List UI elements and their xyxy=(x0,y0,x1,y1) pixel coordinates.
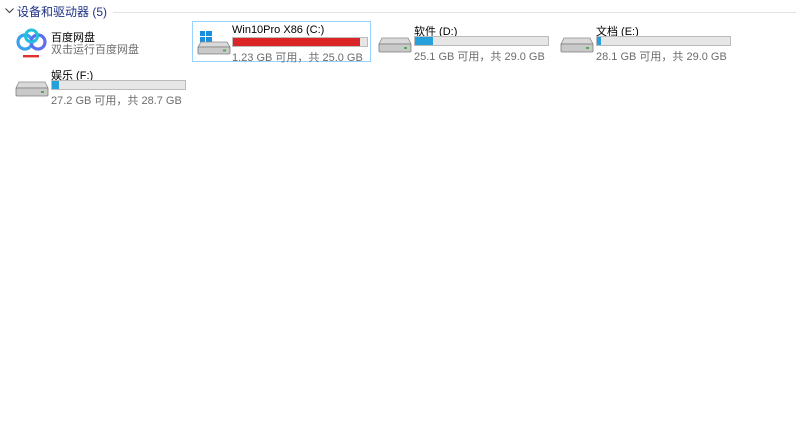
drive-usage-fill xyxy=(415,37,433,45)
devices-group-header[interactable]: 设备和驱动器 (5) xyxy=(4,3,796,19)
drive-tile-e[interactable]: 文档 (E:) 28.1 GB 可用，共 29.0 GB xyxy=(558,22,733,63)
drive-tile-c[interactable]: Win10Pro X86 (C:) 1.23 GB 可用，共 25.0 GB xyxy=(192,21,371,64)
hard-drive-icon xyxy=(376,22,412,62)
drive-free-space: 28.1 GB 可用，共 29.0 GB xyxy=(596,51,727,63)
explorer-content: 设备和驱动器 (5) 百度网盘 双击运行百度网盘 Win10Pro X86 (C… xyxy=(0,0,800,441)
drive-usage-fill xyxy=(52,81,59,89)
drive-usage-fill xyxy=(597,37,602,45)
drive-tile-baidu-netdisk[interactable]: 百度网盘 双击运行百度网盘 xyxy=(14,25,184,65)
drive-free-space: 1.23 GB 可用，共 25.0 GB xyxy=(232,52,363,64)
drive-usage-bar xyxy=(51,80,186,90)
drive-usage-bar xyxy=(414,36,549,46)
drive-usage-bar xyxy=(596,36,731,46)
group-divider xyxy=(113,11,796,13)
baidu-netdisk-icon xyxy=(14,25,50,65)
drive-usage-bar xyxy=(232,37,368,47)
drive-tile-f[interactable]: 娱乐 (F:) 27.2 GB 可用，共 28.7 GB xyxy=(13,66,188,107)
drive-usage-fill xyxy=(233,38,361,46)
chevron-down-icon[interactable] xyxy=(4,6,14,16)
group-title: 设备和驱动器 (5) xyxy=(17,4,108,19)
item-subtitle: 双击运行百度网盘 xyxy=(51,44,139,56)
drive-free-space: 25.1 GB 可用，共 29.0 GB xyxy=(414,51,545,63)
drive-tile-d[interactable]: 软件 (D:) 25.1 GB 可用，共 29.0 GB xyxy=(376,22,551,63)
hard-drive-icon xyxy=(558,22,594,62)
hard-drive-icon xyxy=(13,66,49,106)
windows-drive-icon xyxy=(195,22,231,62)
drive-free-space: 27.2 GB 可用，共 28.7 GB xyxy=(51,95,182,107)
drive-name: Win10Pro X86 (C:) xyxy=(232,24,325,36)
